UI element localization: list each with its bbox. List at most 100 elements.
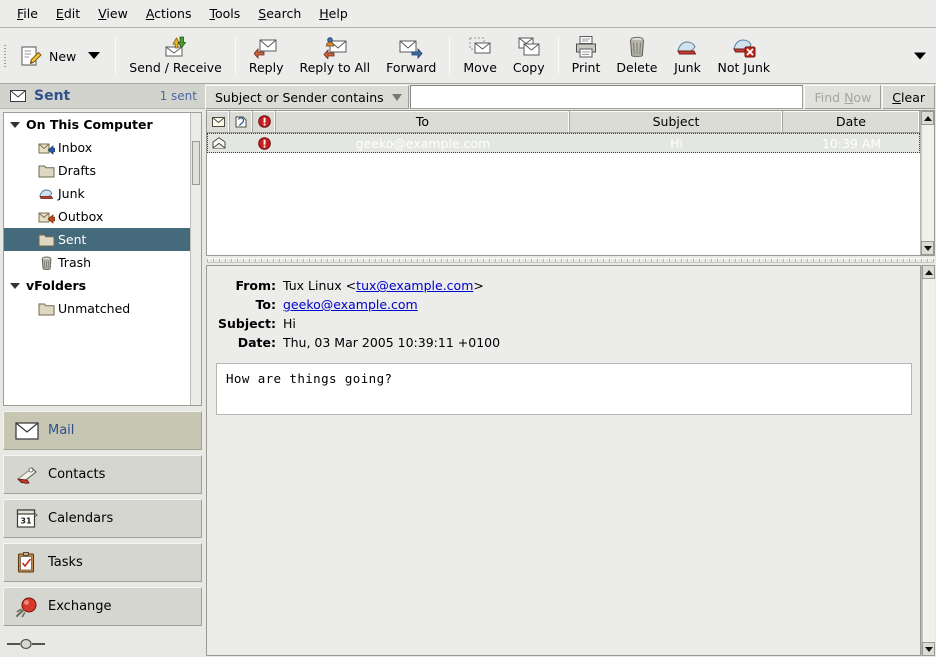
priority-important-icon (258, 136, 271, 150)
tree-node-drafts[interactable]: Drafts (4, 159, 201, 182)
header-to-value: geeko@example.com (283, 295, 418, 314)
row-date[interactable]: 10:39 AM (783, 136, 920, 151)
junk-button[interactable]: Junk (665, 28, 709, 83)
row-subject[interactable]: Hi (570, 136, 783, 151)
forward-button[interactable]: Forward (378, 28, 444, 83)
header-date-label: Date: (237, 335, 276, 350)
column-header-to[interactable]: To (276, 111, 570, 132)
print-button[interactable]: Print (564, 28, 609, 83)
reply-label: Reply (248, 60, 284, 75)
scroll-down-button[interactable] (921, 241, 934, 255)
chevron-down-icon[interactable] (88, 52, 101, 59)
table-row[interactable]: geeko@example.com Hi 10:39 AM (207, 133, 920, 153)
disclosure-triangle-icon[interactable] (8, 118, 21, 131)
scrollbar-thumb[interactable] (192, 141, 200, 185)
not-junk-button[interactable]: Not Junk (709, 28, 778, 83)
shortcut-label: Mail (48, 423, 75, 438)
compose-new-icon (21, 46, 42, 65)
shortcut-tasks[interactable]: Tasks (3, 543, 202, 582)
column-header-priority[interactable] (253, 111, 276, 132)
message-list-scrollbar[interactable] (920, 111, 934, 255)
clear-label: Clear (892, 89, 925, 105)
scroll-up-button[interactable] (921, 111, 934, 125)
disclosure-triangle-icon[interactable] (8, 279, 21, 292)
column-header-date[interactable]: Date (783, 111, 920, 132)
reply-all-button[interactable]: Reply to All (291, 28, 378, 83)
toolbar-drag-grip[interactable] (0, 28, 9, 83)
send-receive-label: Send / Receive (129, 60, 222, 75)
scroll-up-button[interactable] (922, 265, 935, 279)
header-subject-label: Subject: (218, 316, 276, 331)
menu-search[interactable]: Search (249, 3, 310, 24)
new-button-label: New (49, 48, 77, 64)
row-to[interactable]: geeko@example.com (276, 136, 570, 151)
menu-actions[interactable]: Actions (137, 3, 201, 24)
tree-node-outbox[interactable]: Outbox (4, 205, 201, 228)
from-email-link[interactable]: tux@example.com (356, 278, 473, 293)
tree-node-vfolders[interactable]: vFolders (4, 274, 201, 297)
shortcut-contacts[interactable]: Contacts (3, 455, 202, 494)
new-button[interactable]: New (9, 28, 110, 83)
tree-node-label: Junk (58, 186, 85, 201)
shortcut-exchange[interactable]: Exchange (3, 587, 202, 626)
move-button[interactable]: Move (455, 28, 505, 83)
print-label: Print (571, 60, 601, 75)
send-receive-button[interactable]: Send / Receive (121, 28, 230, 83)
preview-scrollbar[interactable] (921, 265, 935, 656)
shortcut-mail[interactable]: Mail (3, 411, 202, 450)
search-scope-dropdown[interactable]: Subject or Sender contains (205, 85, 409, 109)
message-list: To Subject Date geeko@example.com Hi 10:… (206, 110, 935, 256)
tree-node-on-this-computer[interactable]: On This Computer (4, 113, 201, 136)
folder-icon (38, 234, 55, 246)
tree-node-label: Outbox (58, 209, 104, 224)
menu-edit[interactable]: Edit (47, 3, 89, 24)
scroll-down-button[interactable] (922, 642, 935, 656)
tree-node-junk[interactable]: Junk (4, 182, 201, 205)
triangle-up-icon (923, 115, 932, 121)
tree-node-label: Inbox (58, 140, 93, 155)
menu-view[interactable]: View (89, 3, 137, 24)
splitter-grip[interactable] (207, 258, 934, 263)
pane-splitter[interactable] (205, 256, 936, 265)
find-now-button[interactable]: Find Now (804, 85, 882, 109)
menu-help[interactable]: Help (310, 3, 357, 24)
copy-label: Copy (512, 60, 545, 75)
tree-node-trash[interactable]: Trash (4, 251, 201, 274)
menu-file[interactable]: File (8, 3, 47, 24)
priority-important-icon (257, 115, 271, 128)
clear-button[interactable]: Clear (882, 85, 935, 109)
forward-label: Forward (386, 60, 437, 75)
pane-resize-grip-icon[interactable] (6, 638, 46, 650)
shortcut-calendars[interactable]: 31 Calendars (3, 499, 202, 538)
header-subject-value: Hi (283, 316, 296, 331)
trash-icon (41, 256, 52, 270)
row-read-status[interactable] (207, 137, 230, 149)
to-email-link[interactable]: geeko@example.com (283, 297, 418, 312)
folder-banner: Sent 1 sent (0, 84, 205, 109)
copy-button[interactable]: Copy (505, 28, 553, 83)
folder-tree-scrollbar[interactable] (190, 113, 201, 405)
shortcut-bar: Mail Contacts 31 Calendars Tasks Exchang… (0, 408, 205, 631)
message-list-region: To Subject Date geeko@example.com Hi 10:… (205, 110, 936, 256)
menu-tools[interactable]: Tools (201, 3, 250, 24)
row-priority[interactable] (253, 136, 276, 150)
column-header-subject[interactable]: Subject (570, 111, 783, 132)
column-header-read-status[interactable] (207, 111, 230, 132)
tree-node-inbox[interactable]: Inbox (4, 136, 201, 159)
folder-banner-count: 1 sent (159, 89, 197, 103)
column-header-attachment[interactable] (230, 111, 253, 132)
preview-region: From: Tux Linux <tux@example.com> To: ge… (205, 265, 936, 657)
scrollbar-track[interactable] (921, 125, 934, 241)
tree-node-unmatched[interactable]: Unmatched (4, 297, 201, 320)
tree-node-sent[interactable]: Sent (4, 228, 201, 251)
print-icon (576, 36, 596, 58)
reply-button[interactable]: Reply (241, 28, 292, 83)
junk-icon (677, 41, 697, 55)
scrollbar-track[interactable] (922, 279, 935, 642)
tree-node-label: Unmatched (58, 301, 131, 316)
search-input[interactable] (409, 85, 804, 109)
svg-text:31: 31 (20, 516, 32, 525)
delete-button[interactable]: Delete (608, 28, 665, 83)
toolbar-overflow-arrow-icon[interactable] (914, 52, 926, 59)
menu-bar: File Edit View Actions Tools Search Help (0, 0, 936, 28)
